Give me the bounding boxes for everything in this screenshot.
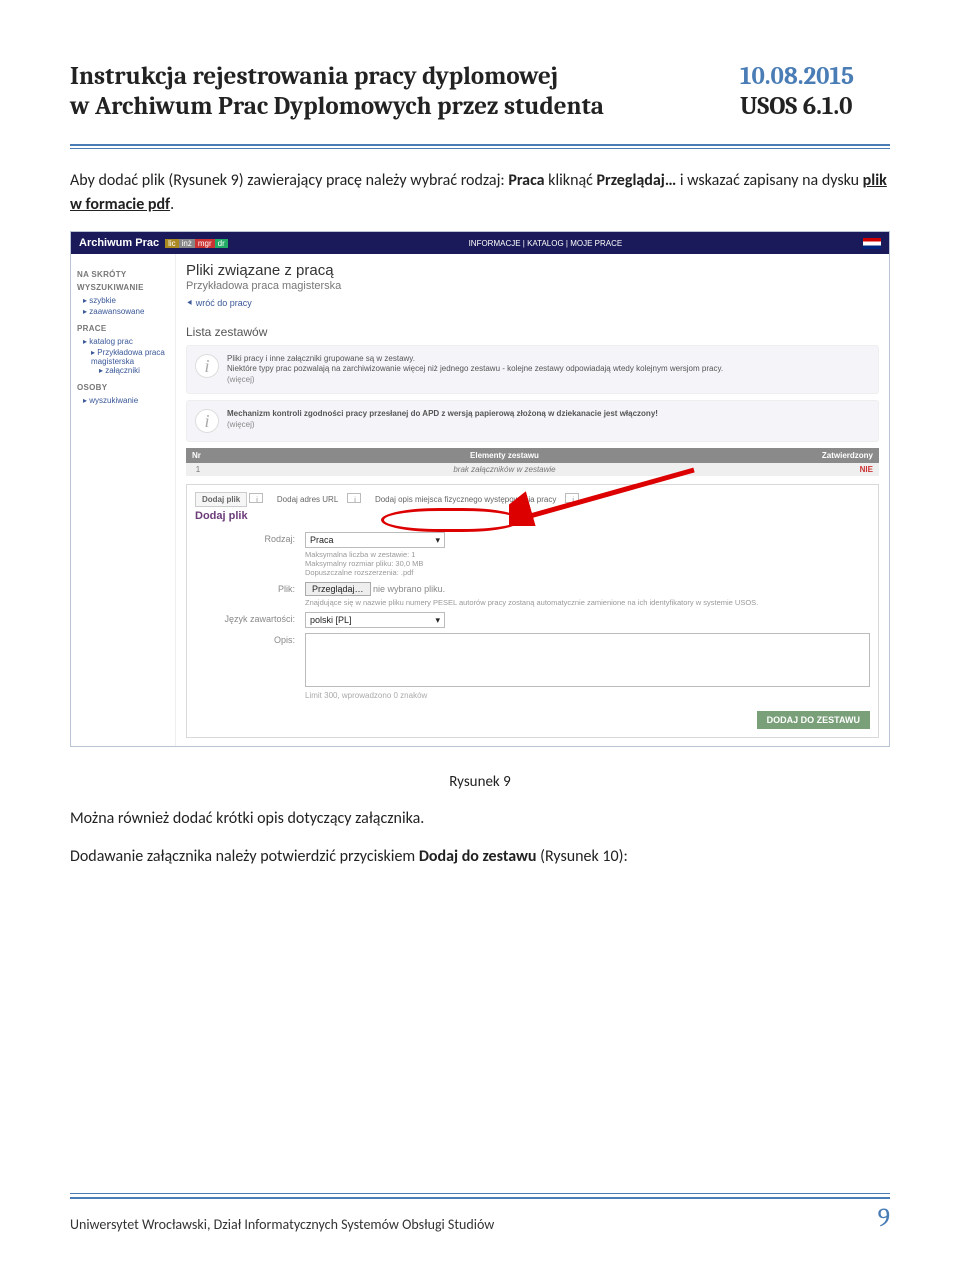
help-icon[interactable]: i — [347, 493, 361, 503]
back-link[interactable]: ⯇ wróć do pracy — [186, 298, 252, 309]
doc-title-line2: w Archiwum Prac Dyplomowych przez studen… — [70, 92, 722, 122]
instruction-paragraph-3: Dodawanie załącznika należy potwierdzić … — [70, 845, 890, 869]
th-elements: Elementy zestawu — [210, 448, 799, 463]
type-hint: Maksymalna liczba w zestawie: 1 Maksymal… — [305, 550, 870, 577]
footer-text: Uniwersytet Wrocławski, Dział Informatyc… — [70, 1216, 494, 1233]
instruction-paragraph-2: Można również dodać krótki opis dotycząc… — [70, 807, 890, 831]
info-box-grouping: i Pliki pracy i inne załączniki grupowan… — [186, 345, 879, 394]
page-number: 9 — [878, 1203, 890, 1233]
th-nr: Nr — [186, 448, 210, 463]
th-approved: Zatwierdzony — [799, 448, 879, 463]
language-select[interactable]: polski [PL]▾ — [305, 612, 445, 628]
browse-button[interactable]: Przeglądaj… — [305, 582, 371, 596]
screenshot-figure: Archiwum Prac licinżmgrdr INFORMACJE | K… — [70, 231, 890, 747]
sidebar-heading-shortcuts: NA SKRÓTY — [77, 270, 169, 279]
sidebar-group-people: OSOBY — [77, 383, 169, 392]
language-flag-icon[interactable] — [863, 238, 881, 249]
table-row: 1 brak załączników w zestawie NIE — [186, 463, 879, 476]
doc-version: USOS 6.1.0 — [740, 92, 890, 122]
sidebar-item-catalog[interactable]: ▸ katalog prac — [77, 337, 169, 346]
instruction-paragraph-1: Aby dodać plik (Rysunek 9) zawierający p… — [70, 169, 890, 217]
add-tabs: Dodaj pliki Dodaj adres URLi Dodaj opis … — [195, 493, 870, 504]
info-more-link[interactable]: (więcej) — [227, 375, 255, 384]
help-icon[interactable]: i — [565, 493, 579, 503]
info-more-link[interactable]: (więcej) — [227, 420, 255, 429]
sidebar-item-people-search[interactable]: ▸ wyszukiwanie — [77, 396, 169, 405]
sidebar-item-sample-work-2[interactable]: magisterska — [91, 357, 169, 366]
sidebar-item-fast-search[interactable]: ▸ szybkie — [77, 296, 169, 305]
doc-date: 10.08.2015 — [740, 62, 890, 92]
add-panel: Dodaj pliki Dodaj adres URLi Dodaj opis … — [186, 484, 879, 738]
doc-title-line1: Instrukcja rejestrowania pracy dyplomowe… — [70, 62, 722, 92]
chevron-down-icon: ▾ — [435, 535, 440, 546]
sidebar: NA SKRÓTY WYSZUKIWANIE ▸ szybkie ▸ zaawa… — [71, 254, 176, 746]
section-heading-sets: Lista zestawów — [186, 325, 879, 339]
app-logo: Archiwum Prac licinżmgrdr — [79, 237, 228, 249]
label-file: Plik: — [195, 582, 305, 594]
top-nav[interactable]: INFORMACJE | KATALOG | MOJE PRACE — [469, 239, 623, 248]
main-content: Pliki związane z pracą Przykładowa praca… — [176, 254, 889, 746]
add-to-set-button[interactable]: DODAJ DO ZESTAWU — [757, 711, 870, 729]
type-select[interactable]: Praca▾ — [305, 532, 445, 548]
sidebar-group-works: PRACE — [77, 324, 169, 333]
tab-add-url[interactable]: Dodaj adres URL — [270, 492, 345, 507]
file-status: nie wybrano pliku. — [373, 584, 445, 594]
sidebar-item-sample-work[interactable]: ▸ Przykładowa praca — [91, 348, 169, 357]
add-panel-title: Dodaj plik — [195, 510, 870, 522]
sidebar-group-search: WYSZUKIWANIE — [77, 283, 169, 292]
help-icon[interactable]: i — [249, 493, 263, 503]
info-box-verification: i Mechanizm kontroli zgodności pracy prz… — [186, 400, 879, 442]
char-limit: Limit 300, wprowadzono 0 znaków — [305, 691, 870, 700]
description-textarea[interactable] — [305, 633, 870, 687]
label-type: Rodzaj: — [195, 532, 305, 544]
sets-table: Nr Elementy zestawu Zatwierdzony 1 brak … — [186, 448, 879, 476]
page-title: Pliki związane z pracą — [186, 262, 879, 279]
page-subtitle: Przykładowa praca magisterska — [186, 280, 879, 292]
file-hint: Znajdujące się w nazwie pliku numery PES… — [305, 598, 870, 607]
sidebar-item-advanced-search[interactable]: ▸ zaawansowane — [77, 307, 169, 316]
info-icon: i — [195, 409, 219, 433]
figure-caption: Rysunek 9 — [70, 773, 890, 791]
tab-add-location[interactable]: Dodaj opis miejsca fizycznego występowan… — [368, 492, 563, 507]
label-description: Opis: — [195, 633, 305, 645]
chevron-down-icon: ▾ — [435, 615, 440, 626]
sidebar-item-attachments[interactable]: ▸ załączniki — [99, 366, 169, 375]
tab-add-file[interactable]: Dodaj plik — [195, 492, 247, 507]
label-language: Język zawartości: — [195, 612, 305, 624]
header-divider — [70, 144, 890, 149]
info-icon: i — [195, 354, 219, 378]
